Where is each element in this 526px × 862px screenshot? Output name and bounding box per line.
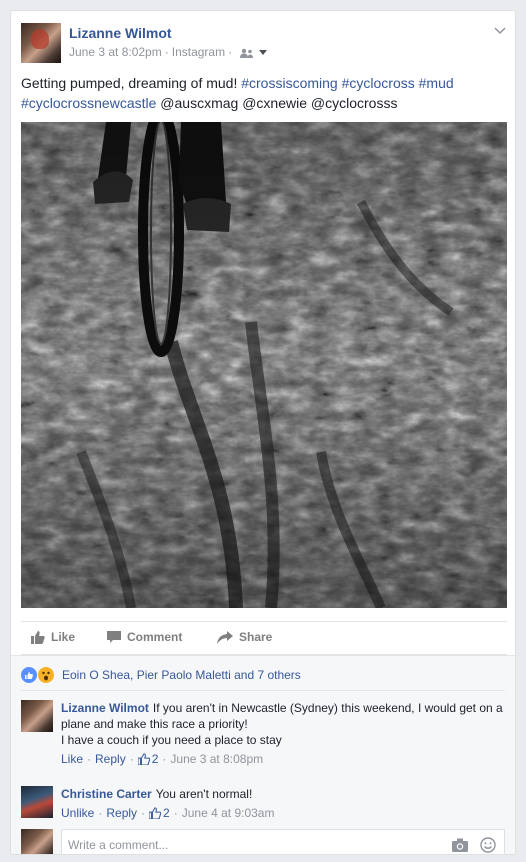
comment-button[interactable]: Comment (107, 630, 182, 644)
divider (21, 690, 505, 691)
emoji-icon[interactable] (480, 837, 496, 853)
post-meta: June 3 at 8:02pm · Instagram · (69, 45, 267, 59)
comment-icon (107, 630, 121, 643)
separator-dot: · (87, 752, 92, 766)
friends-icon[interactable] (240, 48, 254, 58)
comment-text: I have a couch if you need a place to st… (61, 733, 282, 747)
post-text: Getting pumped, dreaming of mud! #crossi… (21, 73, 507, 113)
comment-like-button[interactable]: Like (61, 751, 83, 767)
hashtag-link[interactable]: #crossiscoming (241, 75, 337, 91)
mud-bike-photo (21, 122, 507, 608)
comment-text-block: Lizanne Wilmot If you aren't in Newcastle… (61, 700, 507, 748)
meta-separator: · (228, 45, 233, 59)
separator-dot: · (141, 806, 146, 820)
audience-dropdown-icon[interactable] (258, 49, 267, 56)
reactions-summary[interactable]: Eoin O Shea, Pier Paolo Maletti and 7 ot… (21, 666, 301, 684)
post-photo[interactable] (21, 122, 507, 608)
author-avatar[interactable] (21, 23, 61, 63)
wow-reaction-icon (37, 666, 55, 684)
comment-date[interactable]: June 3 at 8:08pm (170, 751, 263, 767)
like-count-value: 2 (151, 752, 159, 766)
post-source[interactable]: Instagram (172, 45, 225, 59)
separator-dot: · (98, 806, 103, 820)
hashtag-link[interactable]: #mud (419, 75, 454, 91)
separator-dot: · (129, 752, 134, 766)
post-header: Lizanne Wilmot June 3 at 8:02pm · Instagra… (21, 23, 507, 67)
separator-dot: · (162, 752, 167, 766)
reaction-names[interactable]: Eoin O Shea, Pier Paolo Maletti and 7 ot… (62, 668, 301, 682)
hashtag-link[interactable]: #cyclocross (342, 75, 415, 91)
comment-input-placeholder: Write a comment... (68, 838, 169, 852)
mention-text[interactable]: @auscxmag (160, 95, 238, 111)
meta-separator: · (164, 45, 169, 59)
share-button[interactable]: Share (217, 630, 272, 644)
thumbs-up-icon (137, 753, 150, 765)
comment-body: Christine Carter You aren't normal! Unlik… (61, 786, 507, 821)
post-text-plain: Getting pumped, dreaming of mud! (21, 75, 238, 91)
share-icon (217, 630, 233, 644)
comment-reply-button[interactable]: Reply (95, 751, 126, 767)
mention-text[interactable]: @cxnewie (242, 95, 307, 111)
mention-text[interactable]: @cyclocrosss (311, 95, 398, 111)
comments-section: Eoin O Shea, Pier Paolo Maletti and 7 ot… (11, 655, 515, 854)
comment-label: Comment (127, 630, 183, 644)
commenter-name[interactable]: Lizanne Wilmot (61, 701, 149, 715)
share-label: Share (239, 630, 273, 644)
comment-reply-button[interactable]: Reply (106, 805, 137, 821)
separator-dot: · (173, 806, 178, 820)
comment-text-block: Christine Carter You aren't normal! (61, 786, 507, 802)
comment-body: Lizanne Wilmot If you aren't in Newcastle… (61, 700, 507, 767)
comment-input[interactable]: Write a comment... (61, 829, 505, 854)
post-date[interactable]: June 3 at 8:02pm (69, 45, 162, 59)
commenter-avatar[interactable] (21, 786, 53, 818)
comment-composer: Write a comment... (21, 829, 507, 854)
hashtag-link[interactable]: #cyclocrossnewcastle (21, 95, 156, 111)
composer-avatar (21, 829, 53, 854)
like-count-value: 2 (163, 806, 170, 820)
thumbs-up-icon (149, 807, 162, 819)
commenter-name[interactable]: Christine Carter (61, 787, 152, 801)
comment-date[interactable]: June 4 at 9:03am (182, 805, 275, 821)
comment-actions: Unlike · Reply · 2 · June 4 at 9:03am (61, 805, 507, 821)
like-button[interactable]: Like (31, 630, 75, 644)
comment-unlike-button[interactable]: Unlike (61, 805, 94, 821)
author-name[interactable]: Lizanne Wilmot (69, 25, 172, 41)
like-label: Like (51, 630, 76, 644)
chevron-down-icon[interactable] (493, 23, 507, 37)
comment-like-count[interactable]: 2 (137, 751, 159, 767)
post-actions: Like Comment Share (21, 621, 507, 655)
like-reaction-icon (21, 667, 37, 683)
comment-like-count[interactable]: 2 (149, 805, 170, 821)
camera-icon[interactable] (452, 838, 468, 852)
commenter-avatar[interactable] (21, 700, 53, 732)
comment-actions: Like · Reply · 2 · June 3 at 8:08pm (61, 751, 507, 767)
post-card: Lizanne Wilmot June 3 at 8:02pm · Instagra… (10, 10, 516, 855)
comment-text: You aren't normal! (155, 787, 253, 801)
thumbs-up-icon (31, 631, 45, 644)
